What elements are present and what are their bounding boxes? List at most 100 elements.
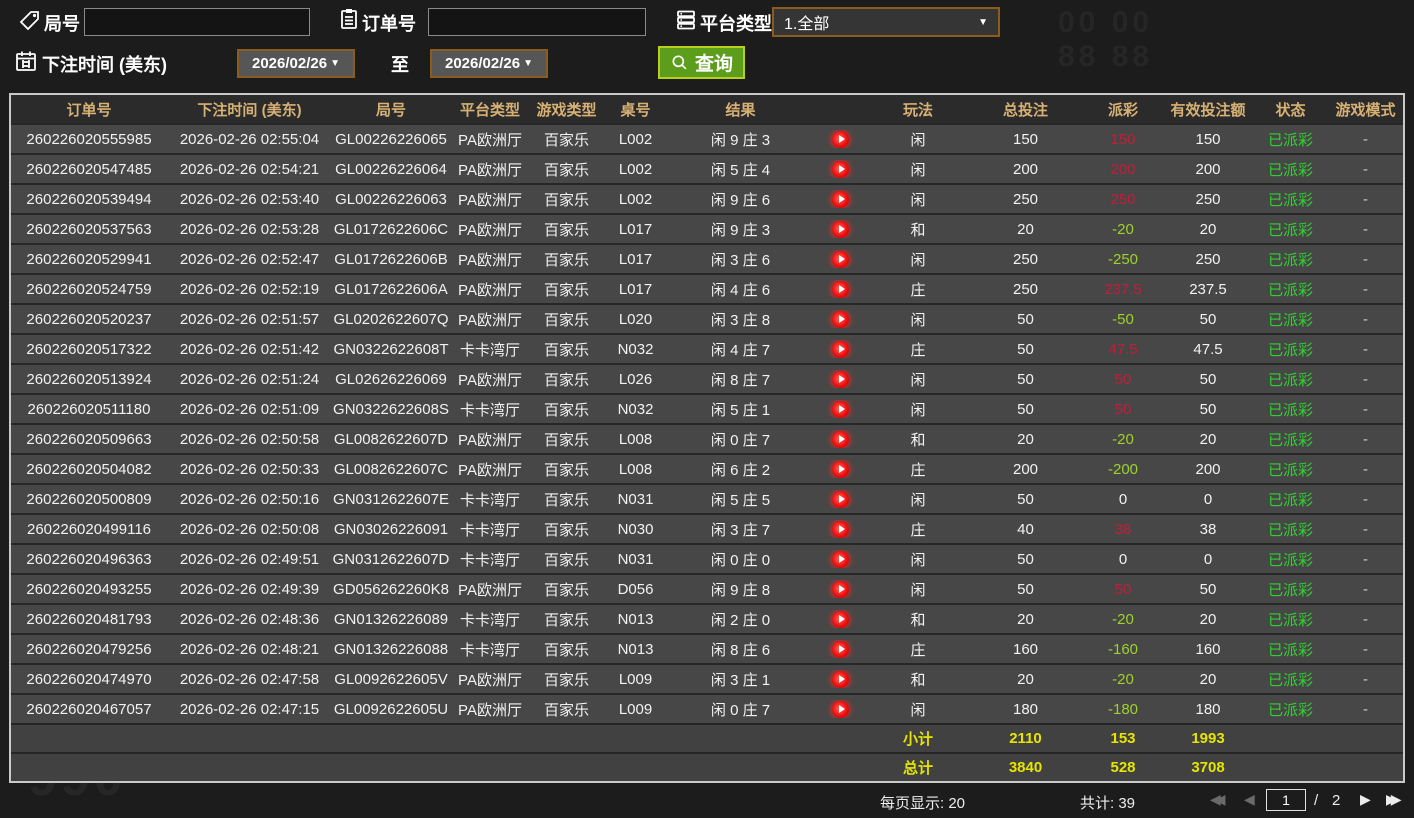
play-icon[interactable] bbox=[832, 400, 849, 418]
date-to-picker[interactable]: 2026/02/26 ▼ bbox=[430, 49, 548, 78]
cell-result: 闲 9 庄 6 bbox=[710, 191, 771, 209]
next-page-icon[interactable]: ▶ bbox=[1360, 791, 1371, 808]
last-page-icon[interactable]: ▶▶ bbox=[1386, 791, 1401, 808]
play-icon[interactable] bbox=[832, 220, 849, 238]
cell-valid-bet: 150 bbox=[1195, 130, 1221, 148]
game-no-label: 局号 bbox=[44, 14, 80, 34]
col-header-payout: 派彩 bbox=[1107, 101, 1138, 119]
cell-platform: PA欧洲厅 bbox=[458, 671, 522, 689]
date-from-picker[interactable]: 2026/02/26 ▼ bbox=[237, 49, 355, 78]
play-icon[interactable] bbox=[832, 130, 849, 148]
cell-valid-bet: 200 bbox=[1195, 160, 1221, 178]
cell-bet-time: 2026-02-26 02:51:57 bbox=[179, 310, 320, 328]
play-icon[interactable] bbox=[832, 580, 849, 598]
cell-total-bet: 150 bbox=[1012, 130, 1039, 148]
cell-game-mode: - bbox=[1363, 130, 1368, 148]
cell-total-bet: 50 bbox=[1017, 340, 1034, 358]
cell-game-type: 百家乐 bbox=[543, 611, 589, 629]
play-icon[interactable] bbox=[832, 460, 849, 478]
cell-total-bet: 40 bbox=[1017, 520, 1034, 538]
page-number-input[interactable] bbox=[1266, 789, 1306, 811]
play-icon[interactable] bbox=[832, 670, 849, 688]
table-row: 260226020474970 2026-02-26 02:47:58 GL00… bbox=[11, 663, 1403, 693]
play-icon[interactable] bbox=[832, 640, 849, 658]
cell-play: 闲 bbox=[910, 131, 926, 149]
cell-status: 已派彩 bbox=[1267, 671, 1313, 689]
cell-game-type: 百家乐 bbox=[543, 401, 589, 419]
cell-bet-time: 2026-02-26 02:53:40 bbox=[179, 190, 320, 208]
order-no-input[interactable] bbox=[428, 8, 646, 36]
table-row: 260226020529941 2026-02-26 02:52:47 GL01… bbox=[11, 243, 1403, 273]
cell-table-no: L026 bbox=[618, 370, 653, 388]
cell-play: 闲 bbox=[910, 191, 926, 209]
cell-payout: 250 bbox=[1110, 190, 1136, 208]
cell-play: 和 bbox=[910, 671, 926, 689]
play-icon[interactable] bbox=[832, 610, 849, 628]
cell-game-mode: - bbox=[1363, 400, 1368, 418]
play-icon[interactable] bbox=[832, 190, 849, 208]
play-icon[interactable] bbox=[832, 550, 849, 568]
game-no-input[interactable] bbox=[84, 8, 310, 36]
cell-result: 闲 9 庄 8 bbox=[710, 581, 771, 599]
cell-game-no: GN01326226088 bbox=[333, 640, 449, 658]
table-row: 260226020500809 2026-02-26 02:50:16 GN03… bbox=[11, 483, 1403, 513]
cell-play: 庄 bbox=[910, 641, 926, 659]
cell-payout: 0 bbox=[1118, 490, 1128, 508]
table-row: 260226020493255 2026-02-26 02:49:39 GD05… bbox=[11, 573, 1403, 603]
play-icon[interactable] bbox=[832, 340, 849, 358]
cell-result: 闲 8 庄 6 bbox=[710, 641, 771, 659]
cell-order-no: 260226020513924 bbox=[26, 370, 152, 388]
play-icon[interactable] bbox=[832, 520, 849, 538]
cell-order-no: 260226020524759 bbox=[26, 280, 152, 298]
cell-replay bbox=[813, 610, 868, 628]
cell-game-no: GL02626226069 bbox=[335, 370, 447, 388]
query-button-label: 查询 bbox=[695, 54, 734, 75]
per-page-label: 每页显示: 20 bbox=[880, 795, 966, 812]
platform-type-select[interactable]: 1.全部 ▼ bbox=[772, 7, 1000, 37]
cell-status: 已派彩 bbox=[1267, 161, 1313, 179]
cell-platform: PA欧洲厅 bbox=[458, 131, 522, 149]
play-icon[interactable] bbox=[832, 310, 849, 328]
cell-platform: PA欧洲厅 bbox=[458, 191, 522, 209]
cell-game-no: GN0322622608T bbox=[333, 340, 449, 358]
clipboard-icon bbox=[337, 7, 361, 31]
cell-game-no: GN01326226089 bbox=[333, 610, 449, 628]
cell-play: 闲 bbox=[910, 401, 926, 419]
cell-table-no: N031 bbox=[617, 490, 654, 508]
cell-total-bet: 180 bbox=[1012, 700, 1039, 718]
cell-platform: PA欧洲厅 bbox=[458, 461, 522, 479]
cell-bet-time: 2026-02-26 02:47:15 bbox=[179, 700, 320, 718]
play-icon[interactable] bbox=[832, 250, 849, 268]
play-icon[interactable] bbox=[832, 160, 849, 178]
play-icon[interactable] bbox=[832, 370, 849, 388]
cell-valid-bet: 180 bbox=[1195, 700, 1221, 718]
total-count-label: 共计: 39 bbox=[1080, 795, 1136, 812]
cell-status: 已派彩 bbox=[1267, 491, 1313, 509]
cell-order-no: 260226020479256 bbox=[26, 640, 152, 658]
first-page-icon[interactable]: ◀◀ bbox=[1210, 791, 1225, 808]
cell-game-type: 百家乐 bbox=[543, 371, 589, 389]
cell-status: 已派彩 bbox=[1267, 191, 1313, 209]
cell-status: 已派彩 bbox=[1267, 461, 1313, 479]
cell-payout: 47.5 bbox=[1108, 340, 1138, 358]
play-icon[interactable] bbox=[832, 280, 849, 298]
cell-bet-time: 2026-02-26 02:50:58 bbox=[179, 430, 320, 448]
cell-game-type: 百家乐 bbox=[543, 311, 589, 329]
cell-replay bbox=[813, 550, 868, 568]
prev-page-icon[interactable]: ◀ bbox=[1244, 791, 1255, 808]
cell-game-type: 百家乐 bbox=[543, 431, 589, 449]
play-icon[interactable] bbox=[832, 700, 849, 718]
cell-replay bbox=[813, 580, 868, 598]
play-icon[interactable] bbox=[832, 430, 849, 448]
cell-status: 已派彩 bbox=[1267, 251, 1313, 269]
cell-game-no: GN03026226091 bbox=[333, 520, 449, 538]
cell-game-type: 百家乐 bbox=[543, 701, 589, 719]
cell-table-no: L017 bbox=[618, 250, 653, 268]
order-no-label: 订单号 bbox=[362, 14, 416, 34]
cell-total-bet: 160 bbox=[1012, 640, 1039, 658]
table-row: 260226020496363 2026-02-26 02:49:51 GN03… bbox=[11, 543, 1403, 573]
play-icon[interactable] bbox=[832, 490, 849, 508]
cell-game-no: GL0202622607Q bbox=[333, 310, 449, 328]
query-button[interactable]: 查询 bbox=[658, 46, 746, 79]
platform-type-label: 平台类型 bbox=[700, 14, 772, 34]
